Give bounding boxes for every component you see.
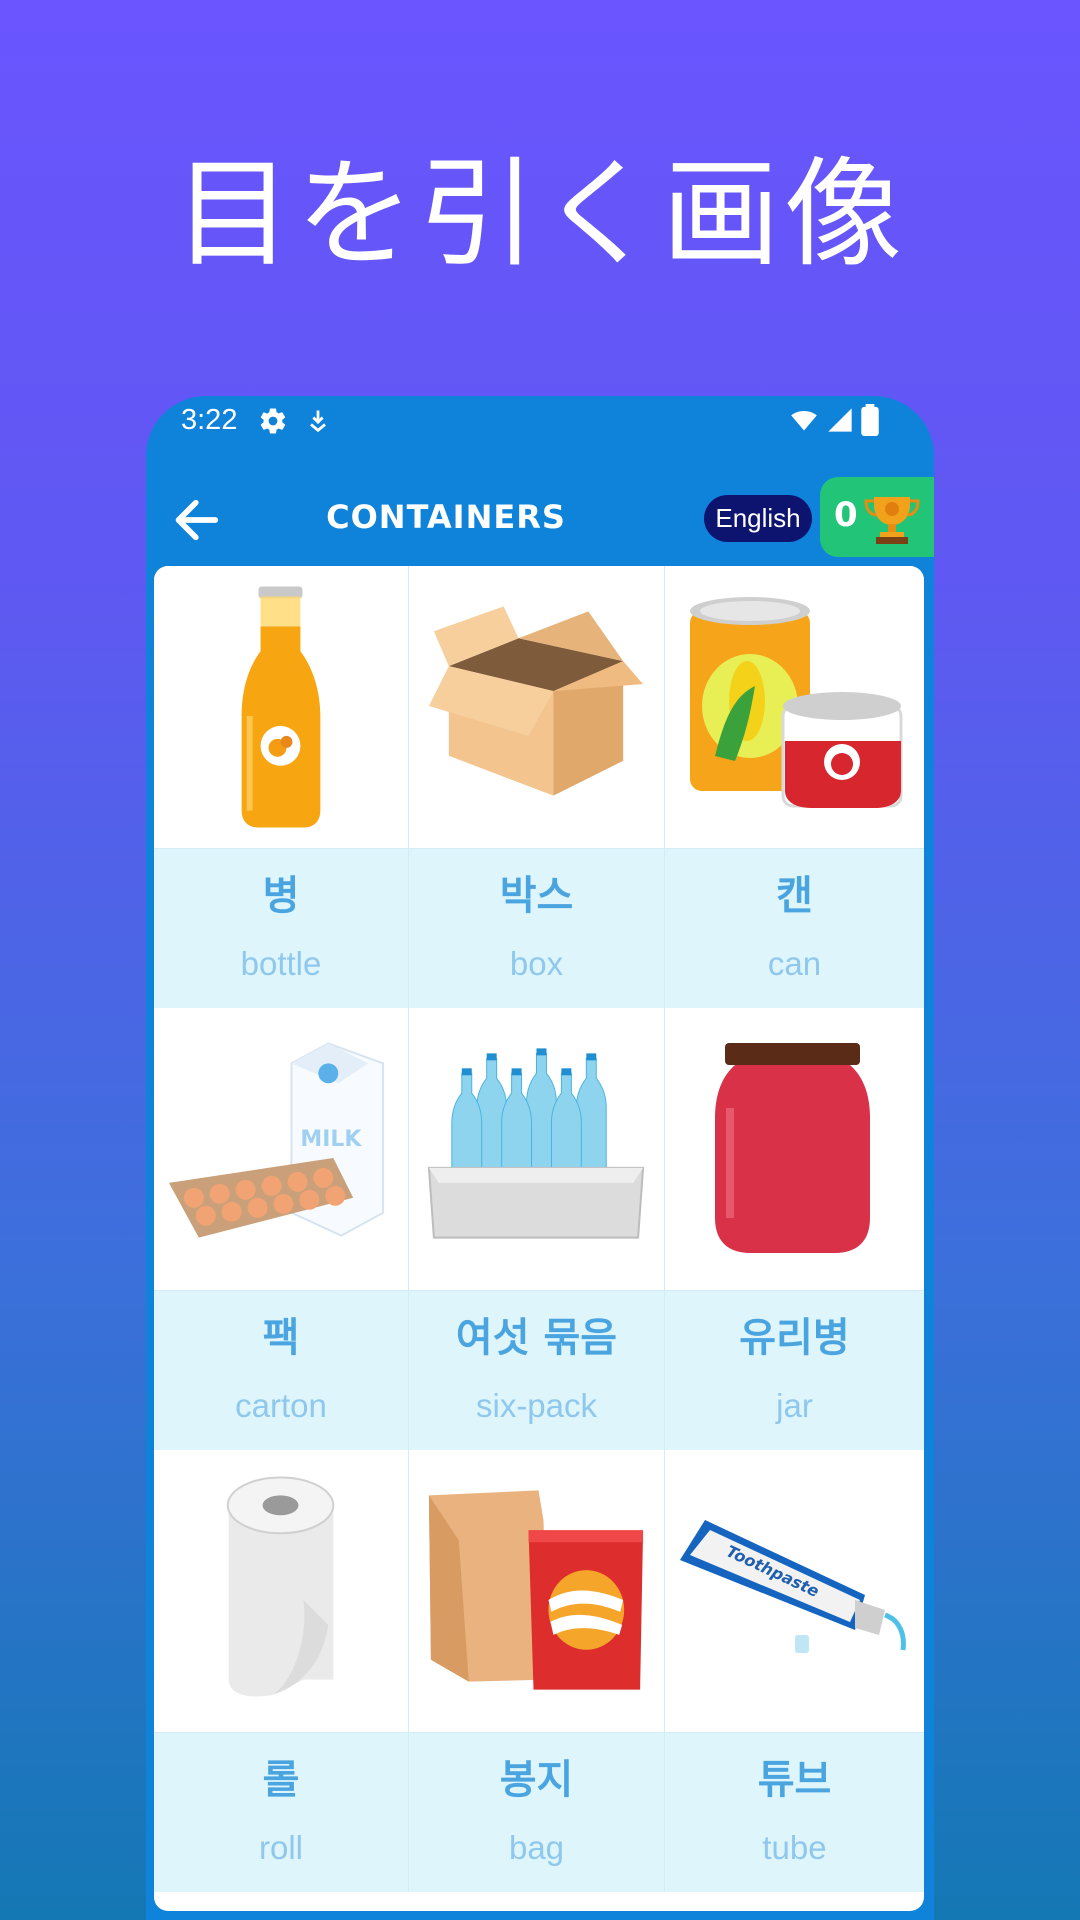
page-title: CONTAINERS [326, 498, 566, 536]
korean-word: 박스 [499, 873, 574, 919]
jar-image [665, 1008, 924, 1290]
english-word: box [509, 945, 564, 982]
status-time: 3:22 [181, 404, 238, 436]
word-tile-roll[interactable]: 롤 roll [154, 1450, 409, 1892]
english-word: six-pack [475, 1387, 598, 1424]
english-word: can [767, 945, 822, 982]
word-label: 봉지 bag [409, 1732, 664, 1892]
status-bar: 3:22 [146, 396, 934, 464]
korean-word: 롤 [262, 1757, 300, 1803]
english-word: bag [508, 1829, 565, 1866]
word-label: 팩 carton [154, 1290, 408, 1450]
korean-word: 여섯 묶음 [455, 1315, 618, 1361]
roll-image [154, 1450, 408, 1732]
word-tile-six-pack[interactable]: 여섯 묶음 six-pack [409, 1008, 665, 1450]
score-value: 0 [834, 495, 858, 535]
word-label: 유리병 jar [665, 1290, 924, 1450]
word-tile-jar[interactable]: 유리병 jar [665, 1008, 924, 1450]
bottle-image [154, 566, 408, 848]
gear-icon [260, 408, 286, 434]
tube-image: Toothpaste [665, 1450, 924, 1732]
english-word: roll [258, 1829, 303, 1866]
korean-word: 팩 [262, 1315, 300, 1361]
korean-word: 유리병 [739, 1315, 850, 1361]
svg-text:MILK: MILK [300, 1127, 362, 1152]
word-label: 병 bottle [154, 848, 408, 1008]
language-button[interactable]: English [704, 495, 812, 542]
phone-screen: 3:22 CONTAINERS English 0 병 bottle 박스 bo… [146, 396, 934, 1920]
headline: 目を引く画像 [173, 145, 906, 283]
back-arrow-icon[interactable] [172, 494, 224, 546]
bag-image [409, 1450, 664, 1732]
english-word: carton [235, 1387, 327, 1424]
word-tile-tube[interactable]: Toothpaste 튜브 tube [665, 1450, 924, 1892]
word-grid: 병 bottle 박스 box 캔 can MILK 팩 carton 여섯 묶… [154, 566, 924, 1892]
signal-icon [828, 408, 852, 432]
carton-image: MILK [154, 1008, 408, 1290]
korean-word: 튜브 [757, 1757, 832, 1803]
word-label: 튜브 tube [665, 1732, 924, 1892]
word-tile-carton[interactable]: MILK 팩 carton [154, 1008, 409, 1450]
word-tile-box[interactable]: 박스 box [409, 566, 665, 1008]
word-label: 롤 roll [154, 1732, 408, 1892]
battery-icon [861, 404, 879, 436]
word-tile-bottle[interactable]: 병 bottle [154, 566, 409, 1008]
app-bar: CONTAINERS English 0 [146, 464, 934, 574]
korean-word: 캔 [776, 873, 813, 919]
box-image [409, 566, 664, 848]
korean-word: 병 [262, 873, 300, 919]
word-label: 여섯 묶음 six-pack [409, 1290, 664, 1450]
download-icon [310, 410, 326, 433]
korean-word: 봉지 [499, 1757, 574, 1803]
english-word: bottle [240, 945, 322, 982]
word-label: 캔 can [665, 848, 924, 1008]
score-badge[interactable]: 0 [820, 477, 934, 557]
can-image [665, 566, 924, 848]
word-tile-can[interactable]: 캔 can [665, 566, 924, 1008]
word-grid-card: 병 bottle 박스 box 캔 can MILK 팩 carton 여섯 묶… [154, 566, 924, 1911]
wifi-icon [791, 410, 817, 431]
english-word: jar [776, 1387, 813, 1424]
english-word: tube [762, 1829, 827, 1866]
six-pack-image [409, 1008, 664, 1290]
word-tile-bag[interactable]: 봉지 bag [409, 1450, 665, 1892]
trophy-icon [864, 497, 920, 544]
word-label: 박스 box [409, 848, 664, 1008]
